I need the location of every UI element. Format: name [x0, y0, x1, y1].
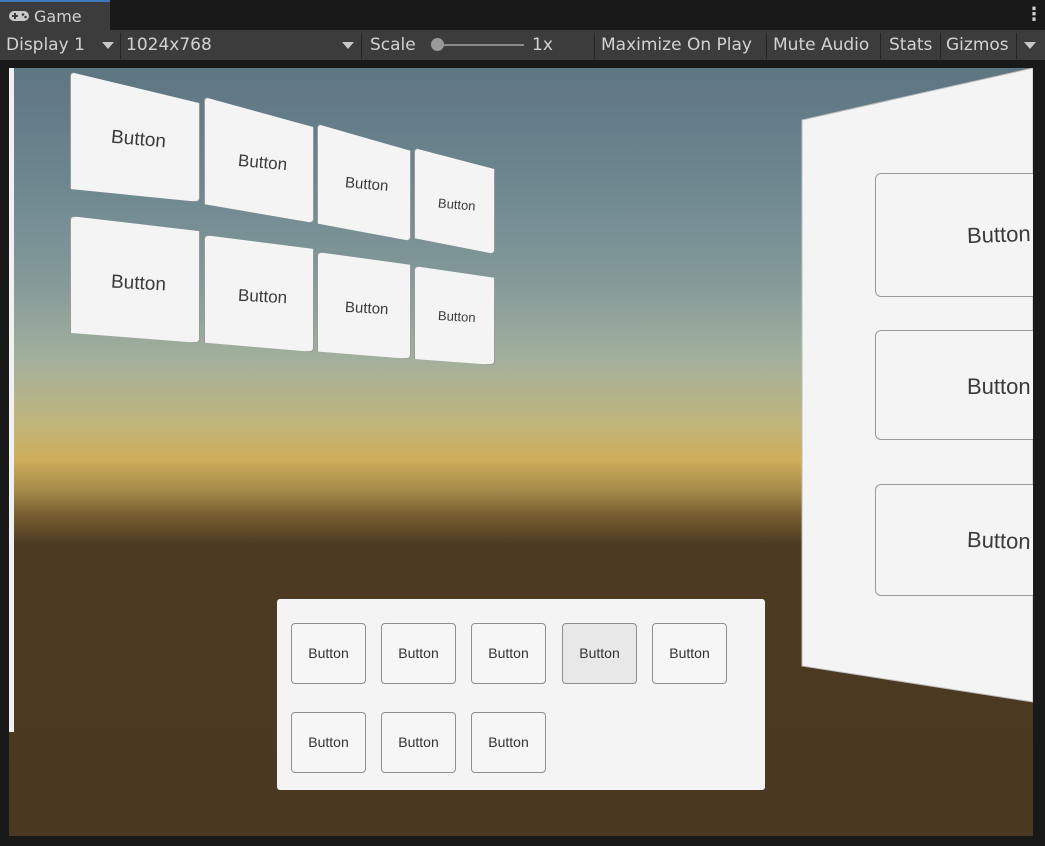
- button-panel: Button Button Button Button Button Butto…: [277, 599, 765, 790]
- scene-wall-edge: [9, 68, 14, 732]
- side-panel-button[interactable]: Button: [875, 173, 1033, 297]
- more-options-icon[interactable]: ⋮: [1025, 6, 1043, 24]
- panel-button[interactable]: Button: [381, 623, 456, 684]
- world-button-label: Button: [437, 195, 477, 214]
- resolution-dropdown-arrow-icon[interactable]: [342, 42, 354, 49]
- side-panel-button[interactable]: Button: [875, 330, 1033, 440]
- display-dropdown-arrow-icon[interactable]: [102, 42, 114, 49]
- mute-audio-toggle[interactable]: Mute Audio: [773, 30, 869, 60]
- side-panel-button[interactable]: Button: [875, 484, 1033, 596]
- world-button-label: Button: [237, 285, 288, 308]
- tab-label: Game: [34, 7, 82, 26]
- world-button-label: Button: [237, 150, 288, 175]
- tab-game[interactable]: Game: [0, 0, 110, 30]
- panel-button[interactable]: Button: [652, 623, 727, 684]
- panel-button[interactable]: Button: [471, 712, 546, 773]
- stats-toggle[interactable]: Stats: [889, 30, 932, 60]
- panel-button-hovered[interactable]: Button: [562, 623, 637, 684]
- display-dropdown[interactable]: Display 1: [6, 30, 85, 60]
- panel-button[interactable]: Button: [381, 712, 456, 773]
- side-panel-button-label: Button: [966, 526, 1032, 555]
- side-panel-button-label: Button: [966, 220, 1032, 249]
- maximize-on-play-toggle[interactable]: Maximize On Play: [601, 30, 752, 60]
- scale-value: 1x: [532, 35, 553, 55]
- world-button-label: Button: [344, 174, 390, 195]
- scale-label: Scale: [370, 35, 416, 55]
- scale-slider-track[interactable]: [438, 44, 524, 46]
- side-panel-button-label: Button: [967, 374, 1031, 399]
- gizmos-toggle[interactable]: Gizmos: [946, 30, 1009, 60]
- gamepad-icon: [9, 11, 29, 21]
- world-button[interactable]: Button: [414, 266, 495, 365]
- panel-button[interactable]: Button: [291, 623, 366, 684]
- world-button-label: Button: [110, 126, 167, 153]
- resolution-dropdown[interactable]: 1024x768: [126, 30, 212, 60]
- panel-button[interactable]: Button: [471, 623, 546, 684]
- world-button-label: Button: [344, 298, 389, 319]
- world-button-label: Button: [110, 271, 167, 296]
- tab-bar: Game ⋮: [0, 0, 1045, 30]
- gizmos-dropdown-arrow-icon[interactable]: [1024, 42, 1036, 49]
- world-button[interactable]: Button: [70, 216, 200, 343]
- scale-slider-thumb[interactable]: [431, 38, 444, 51]
- panel-button[interactable]: Button: [291, 712, 366, 773]
- world-button[interactable]: Button: [204, 235, 314, 352]
- world-button[interactable]: Button: [317, 252, 411, 359]
- world-button-label: Button: [437, 308, 476, 325]
